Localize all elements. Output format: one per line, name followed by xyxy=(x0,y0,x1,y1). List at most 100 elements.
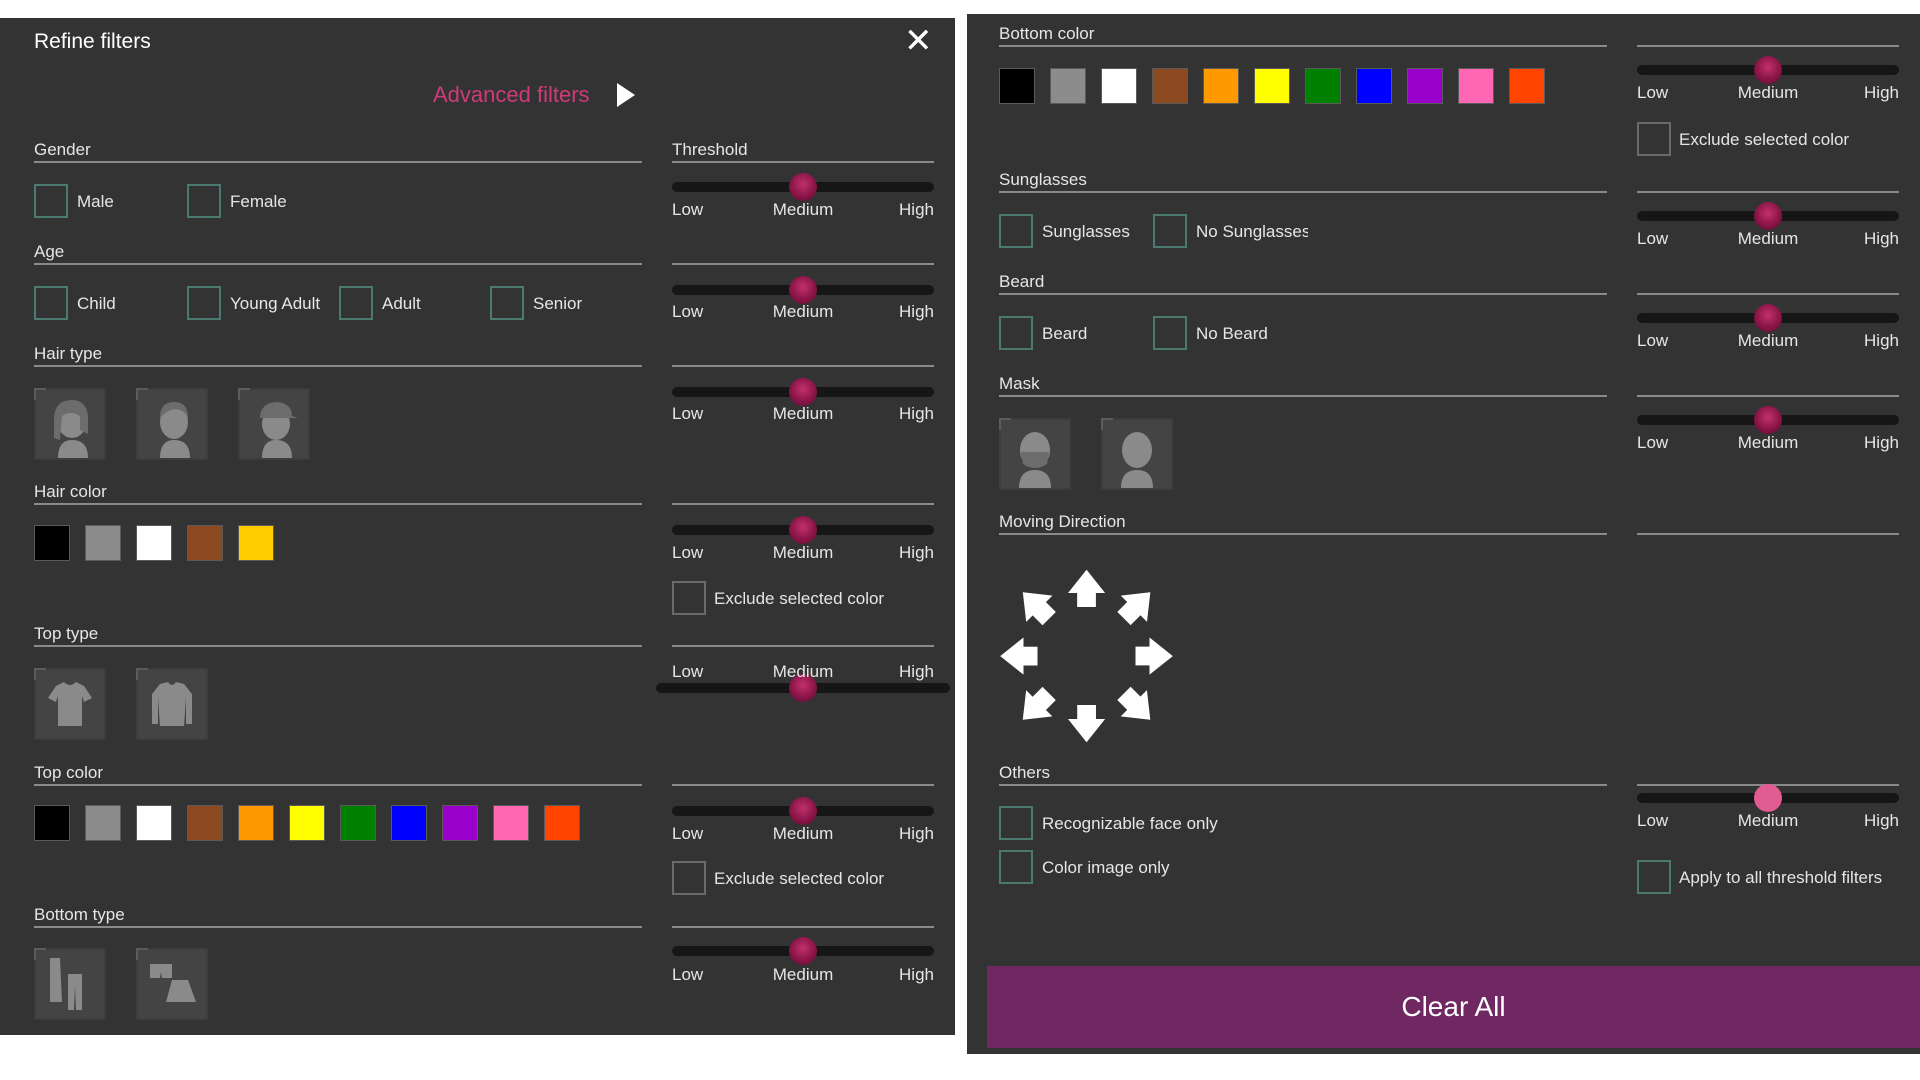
hair-color-heading: Hair color xyxy=(34,482,107,501)
slider-label-low: Low xyxy=(672,824,704,843)
slider-label-low: Low xyxy=(672,302,704,321)
color-swatch-brown[interactable] xyxy=(187,805,223,841)
color-swatch-gray[interactable] xyxy=(85,805,121,841)
young-adult-checkbox[interactable] xyxy=(187,286,221,320)
arrow-up-left-icon[interactable]: 🡅 xyxy=(1006,576,1066,636)
beard-checkbox[interactable] xyxy=(999,316,1033,350)
trousers-icon[interactable] xyxy=(34,948,106,1020)
threshold-slider-thumb[interactable] xyxy=(789,797,817,825)
color-swatch-purple[interactable] xyxy=(1407,68,1443,104)
moving-direction-heading: Moving Direction xyxy=(999,512,1126,531)
arrow-down-right-icon[interactable]: 🡅 xyxy=(1106,676,1166,736)
arrow-down-icon[interactable]: 🡅 xyxy=(1066,701,1107,745)
slider-label-high: High xyxy=(1864,811,1899,830)
bottom-exclude-color-checkbox[interactable] xyxy=(1637,122,1671,156)
cap-icon[interactable] xyxy=(238,388,310,460)
color-swatch-purple[interactable] xyxy=(442,805,478,841)
color-swatch-red-orange[interactable] xyxy=(1509,68,1545,104)
slider-label-high: High xyxy=(899,302,934,321)
arrow-right-icon[interactable]: 🡅 xyxy=(1132,635,1176,676)
female-checkbox[interactable] xyxy=(187,184,221,218)
threshold-slider-thumb[interactable] xyxy=(1754,784,1782,812)
top-exclude-color-checkbox[interactable] xyxy=(672,861,706,895)
long-sleeve-shirt-icon[interactable] xyxy=(136,668,208,740)
long-hair-icon[interactable] xyxy=(34,388,106,460)
close-icon[interactable]: ✕ xyxy=(904,24,933,58)
arrow-up-icon[interactable]: 🡅 xyxy=(1066,569,1107,609)
color-swatch-black[interactable] xyxy=(999,68,1035,104)
threshold-slider-thumb[interactable] xyxy=(1754,202,1782,230)
color-swatch-yellow[interactable] xyxy=(1254,68,1290,104)
gender-heading: Gender xyxy=(34,140,91,159)
color-swatch-gray[interactable] xyxy=(85,525,121,561)
hair-exclude-color-checkbox[interactable] xyxy=(672,581,706,615)
unmasked-face-icon[interactable] xyxy=(1101,418,1173,490)
color-swatch-orange[interactable] xyxy=(238,805,274,841)
color-swatch-green[interactable] xyxy=(1305,68,1341,104)
arrow-down-left-icon[interactable]: 🡅 xyxy=(1006,676,1066,736)
threshold-slider-thumb[interactable] xyxy=(1754,304,1782,332)
shorts-skirt-icon[interactable] xyxy=(136,948,208,1020)
sunglasses-checkbox[interactable] xyxy=(999,214,1033,248)
color-swatch-gray[interactable] xyxy=(1050,68,1086,104)
senior-checkbox[interactable] xyxy=(490,286,524,320)
play-arrow-icon[interactable] xyxy=(617,83,635,107)
color-swatch-white[interactable] xyxy=(136,805,172,841)
masked-face-icon[interactable] xyxy=(999,418,1071,490)
male-checkbox[interactable] xyxy=(34,184,68,218)
adult-label: Adult xyxy=(382,294,421,313)
short-sleeve-shirt-icon[interactable] xyxy=(34,668,106,740)
color-swatch-pink[interactable] xyxy=(493,805,529,841)
color-swatch-black[interactable] xyxy=(34,525,70,561)
color-swatch-red-orange[interactable] xyxy=(544,805,580,841)
threshold-slider-thumb[interactable] xyxy=(1754,406,1782,434)
color-swatch-white[interactable] xyxy=(1101,68,1137,104)
child-checkbox[interactable] xyxy=(34,286,68,320)
color-swatch-black[interactable] xyxy=(34,805,70,841)
recognizable-face-checkbox[interactable] xyxy=(999,806,1033,840)
divider xyxy=(999,45,1607,47)
color-swatch-yellow[interactable] xyxy=(289,805,325,841)
threshold-slider-thumb[interactable] xyxy=(789,937,817,965)
threshold-slider-thumb[interactable] xyxy=(789,276,817,304)
clear-all-button[interactable]: Clear All xyxy=(987,966,1920,1048)
color-swatch-white[interactable] xyxy=(136,525,172,561)
color-swatch-blue[interactable] xyxy=(391,805,427,841)
color-swatch-yellow[interactable] xyxy=(238,525,274,561)
divider xyxy=(672,926,934,928)
slider-label-low: Low xyxy=(672,543,704,562)
threshold-slider-thumb[interactable] xyxy=(1754,56,1782,84)
apply-all-threshold-checkbox[interactable] xyxy=(1637,860,1671,894)
panel-title: Refine filters xyxy=(34,30,151,53)
exclude-color-label: Exclude selected color xyxy=(714,589,885,608)
color-swatch-brown[interactable] xyxy=(187,525,223,561)
arrow-up-right-icon[interactable]: 🡅 xyxy=(1106,576,1166,636)
short-hair-icon[interactable] xyxy=(136,388,208,460)
no-sunglasses-checkbox[interactable] xyxy=(1153,214,1187,248)
slider-label-medium: Medium xyxy=(772,543,834,562)
divider xyxy=(999,533,1607,535)
divider xyxy=(999,784,1607,786)
divider xyxy=(672,161,934,163)
advanced-filters-link[interactable]: Advanced filters xyxy=(433,82,590,108)
color-swatch-pink[interactable] xyxy=(1458,68,1494,104)
slider-label-medium: Medium xyxy=(1737,229,1799,248)
divider xyxy=(672,263,934,265)
threshold-slider-thumb[interactable] xyxy=(789,173,817,201)
color-swatch-brown[interactable] xyxy=(1152,68,1188,104)
adult-checkbox[interactable] xyxy=(339,286,373,320)
slider-label-medium: Medium xyxy=(1737,331,1799,350)
color-swatch-green[interactable] xyxy=(340,805,376,841)
color-swatch-blue[interactable] xyxy=(1356,68,1392,104)
no-beard-checkbox[interactable] xyxy=(1153,316,1187,350)
slider-label-low: Low xyxy=(1637,811,1669,830)
slider-label-high: High xyxy=(899,543,934,562)
color-image-checkbox[interactable] xyxy=(999,850,1033,884)
slider-label-high: High xyxy=(899,662,934,681)
arrow-left-icon[interactable]: 🡅 xyxy=(998,635,1042,676)
threshold-slider-thumb[interactable] xyxy=(789,378,817,406)
sunglasses-heading: Sunglasses xyxy=(999,170,1087,189)
color-swatch-orange[interactable] xyxy=(1203,68,1239,104)
divider xyxy=(672,503,934,505)
threshold-slider-thumb[interactable] xyxy=(789,516,817,544)
